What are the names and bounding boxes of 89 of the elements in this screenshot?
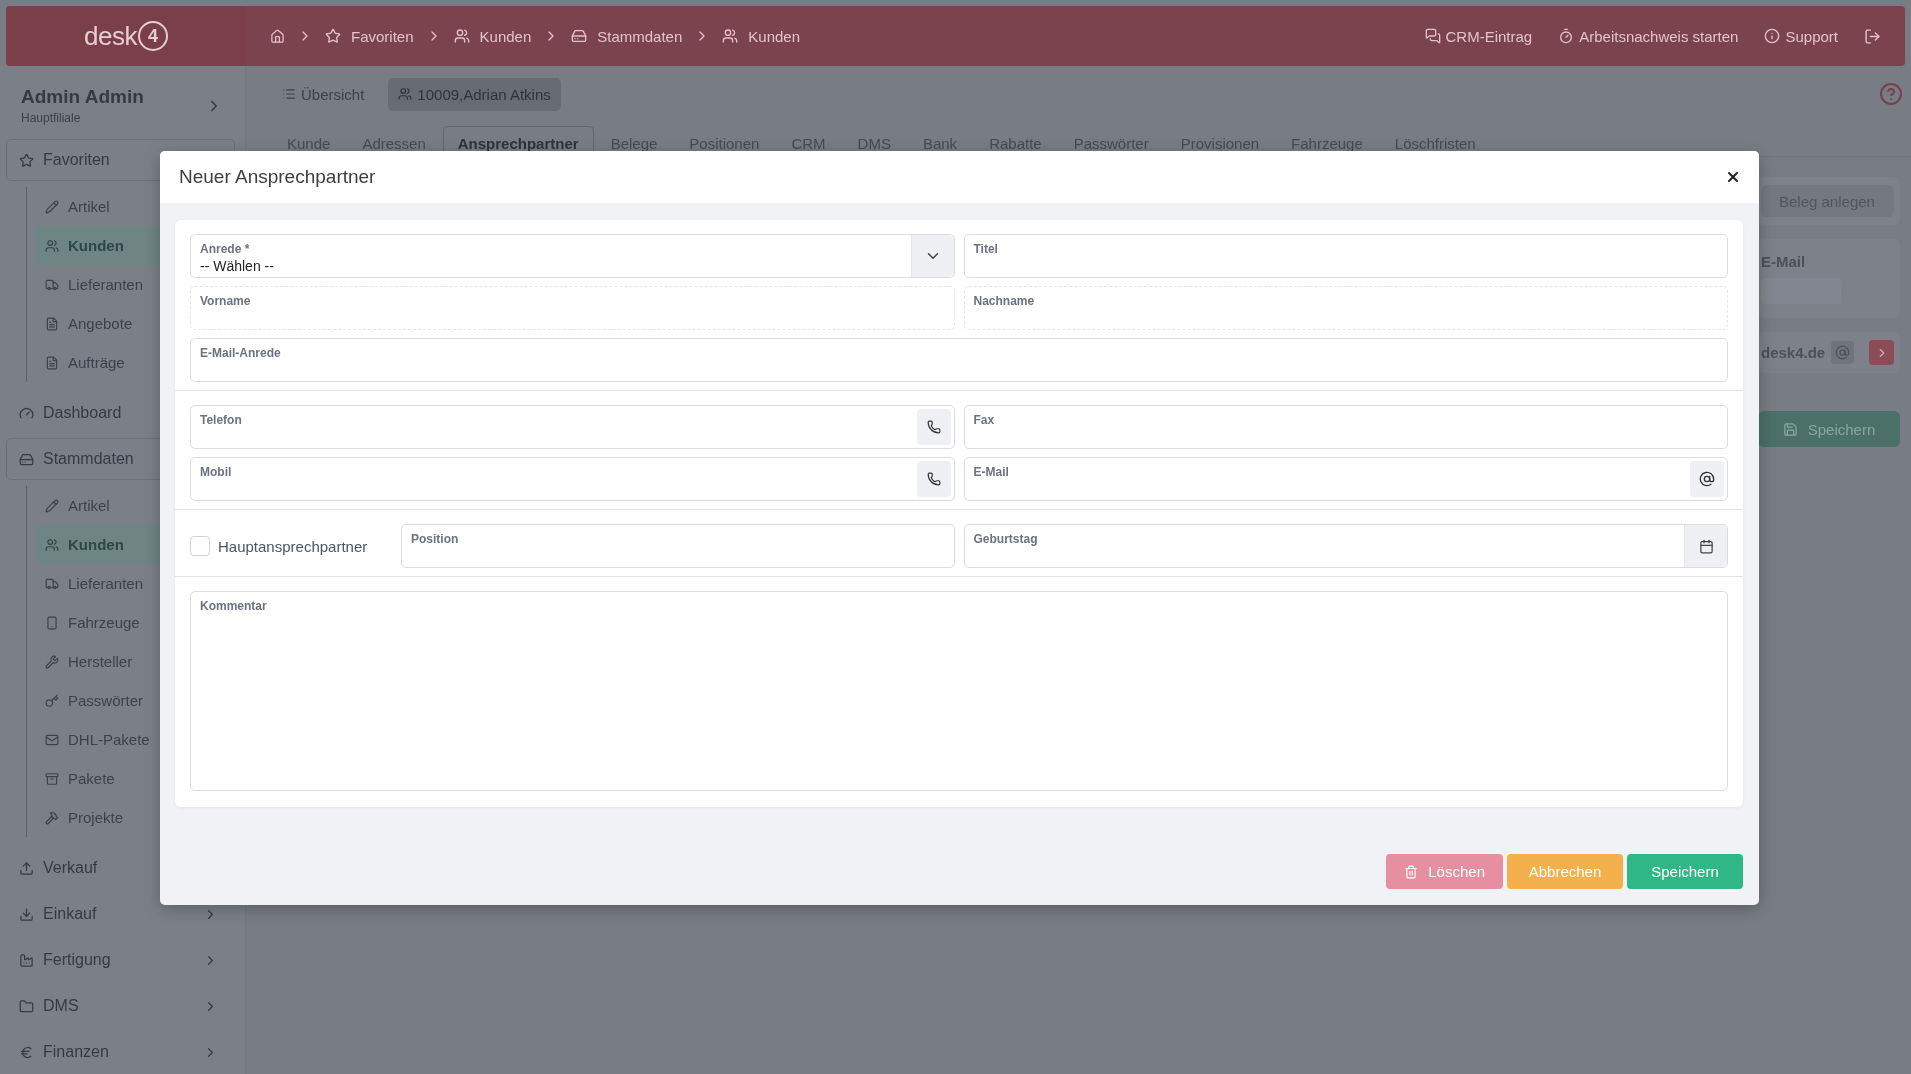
branch-name: Hauptfiliale [21, 111, 82, 125]
breadcrumb-link[interactable]: Stammdaten [571, 27, 683, 45]
truck-icon [45, 576, 59, 591]
top-bar-link[interactable]: Support [1764, 27, 1838, 45]
mail-icon [45, 732, 59, 747]
sidebar-item[interactable]: Projekte [35, 798, 245, 837]
gauge-icon [19, 405, 34, 421]
input-field[interactable]: Titel [963, 234, 1728, 278]
pencil-icon [45, 498, 59, 513]
field-label: E-Mail-Anrede [200, 346, 282, 360]
checkbox[interactable] [190, 536, 210, 556]
input-field[interactable]: Position [401, 524, 955, 568]
field-label: E-Mail [973, 465, 1010, 479]
sidebar-group[interactable]: Finanzen [6, 1031, 235, 1073]
cancel-button[interactable]: Abbrechen [1507, 854, 1623, 889]
sidebar-group[interactable]: DMS [6, 985, 235, 1027]
phone-button[interactable] [916, 409, 951, 445]
star-icon [19, 152, 34, 168]
download-icon [19, 906, 34, 922]
document-icon [45, 316, 59, 331]
sidebar-group[interactable]: Einkauf [6, 893, 235, 935]
at-sign-icon [1699, 471, 1715, 487]
close-button[interactable] [1725, 169, 1741, 185]
users-icon [398, 87, 413, 101]
users-icon [453, 28, 470, 44]
upload-icon [19, 860, 34, 876]
save-button[interactable]: Speichern [1627, 854, 1743, 889]
home-icon[interactable] [270, 28, 285, 44]
breadcrumb-link[interactable]: Favoriten [325, 27, 414, 45]
subnav-link[interactable]: 10009,Adrian Atkins [388, 77, 561, 111]
drive-icon [571, 28, 588, 44]
key-icon [45, 693, 59, 708]
sidebar-group[interactable]: Fertigung [6, 939, 235, 981]
smartphone-icon [45, 615, 59, 630]
top-bar-link[interactable]: CRM-Eintrag [1424, 27, 1533, 45]
logo[interactable]: desk 4 [6, 6, 246, 66]
phone-button[interactable] [916, 461, 951, 497]
phone-icon [926, 472, 941, 486]
field-label: Geburtstag [973, 532, 1039, 546]
select-field[interactable]: Anrede * -- Wählen -- [190, 234, 955, 278]
document-icon [45, 355, 59, 370]
sidebar-group[interactable]: Verkauf [6, 847, 235, 889]
delete-button[interactable]: Löschen [1386, 854, 1503, 889]
field-label: Kommentar [200, 599, 268, 613]
field-label: Position [411, 532, 460, 546]
calendar-icon [1698, 538, 1714, 554]
archive-icon [45, 771, 59, 786]
calendar-button[interactable] [1684, 525, 1727, 567]
drive-icon [19, 451, 34, 467]
input-field[interactable]: Telefon [190, 405, 955, 449]
input-field[interactable] [1761, 278, 1841, 304]
users-icon [45, 537, 59, 552]
wrench-icon [45, 654, 59, 669]
field-label: Telefon [200, 413, 243, 427]
info-icon [1764, 28, 1781, 44]
chat-icon [1424, 28, 1441, 44]
truck-icon [45, 277, 59, 292]
euro-icon [19, 1044, 34, 1060]
comment-field[interactable]: Kommentar [190, 591, 1728, 791]
top-bar-link[interactable]: Arbeitsnachweis starten [1558, 27, 1739, 45]
users-icon [45, 238, 59, 253]
field-label: Nachname [973, 294, 1036, 308]
folder-icon [19, 998, 34, 1014]
trash-icon [1404, 864, 1419, 879]
star-icon [325, 28, 341, 44]
logout-icon[interactable] [1864, 27, 1881, 45]
users-icon [722, 28, 739, 44]
input-field[interactable]: Fax [963, 405, 1728, 449]
subnav-link[interactable]: Übersicht [272, 77, 375, 111]
at-sign-icon [1831, 341, 1855, 364]
save-button[interactable]: Speichern [1758, 411, 1900, 447]
breadcrumb-link[interactable]: Kunden [453, 27, 532, 45]
phone-icon [926, 420, 941, 434]
timer-icon [1558, 28, 1575, 44]
user-name: Admin Admin [21, 86, 145, 108]
pencil-icon [45, 199, 59, 214]
factory-icon [19, 952, 34, 968]
field-label: Titel [973, 242, 999, 256]
sidebar-item[interactable]: Artikel [35, 187, 245, 226]
hammer-icon [45, 810, 59, 825]
input-field[interactable]: E-Mail [963, 457, 1728, 501]
input-field[interactable]: Geburtstag [963, 524, 1728, 568]
field-label: Fax [973, 413, 996, 427]
input-field[interactable]: E-Mail-Anrede [190, 338, 1728, 382]
breadcrumb-link[interactable]: Kunden [722, 27, 800, 45]
list-icon [282, 87, 296, 101]
email-button[interactable] [1690, 461, 1724, 497]
input-field[interactable]: Mobil [190, 457, 955, 501]
field-label: Mobil [200, 465, 233, 479]
